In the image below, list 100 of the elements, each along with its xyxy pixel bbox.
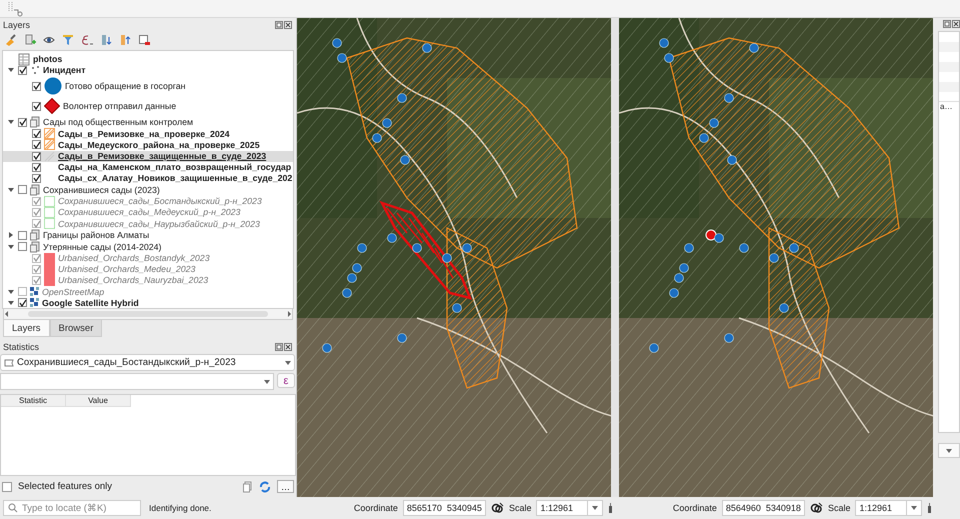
layer-tree-row[interactable]: photos: [3, 53, 293, 65]
crs-toggle-icon[interactable]: [810, 502, 823, 514]
scale-dropdown[interactable]: 1:12961: [536, 500, 603, 516]
checkbox[interactable]: [32, 174, 41, 183]
expression-filter-icon[interactable]: [81, 34, 93, 46]
layer-tree-row[interactable]: Сохранившиеся_сады_Медеуский_р-н_2023: [3, 206, 293, 218]
checkbox[interactable]: [18, 230, 27, 240]
checkbox[interactable]: [18, 185, 27, 194]
scale-dropdown[interactable]: 1:12961: [855, 500, 922, 516]
checkbox[interactable]: [32, 152, 41, 161]
scroll-right-icon[interactable]: [287, 310, 292, 318]
checkbox[interactable]: [32, 196, 41, 206]
expanded-arrow-icon[interactable]: [8, 288, 14, 295]
group-name: Утерянные сады (2014-2024): [43, 242, 162, 252]
expanded-arrow-icon[interactable]: [8, 186, 14, 193]
layer-tree-row[interactable]: Волонтер отправил данные: [3, 96, 293, 117]
layer-tree-row[interactable]: Urbanised_Orchards_Bostandyk_2023: [3, 252, 293, 264]
remove-layer-icon[interactable]: [138, 34, 150, 46]
crs-toggle-icon[interactable]: [490, 502, 504, 514]
scrollbar-thumb[interactable]: [28, 311, 268, 318]
layer-tree-row[interactable]: Google Satellite Hybrid: [3, 297, 293, 308]
checkbox[interactable]: [32, 140, 41, 150]
layer-dropdown[interactable]: Сохранившиеся_сады_Бостандыкский_р-н_2023: [0, 354, 295, 371]
layer-tree-row[interactable]: OpenStreetMap: [3, 286, 293, 298]
layer-tree-row[interactable]: Готово обращение в госорган: [3, 76, 293, 96]
panel-tab[interactable]: Browser: [50, 320, 102, 337]
checkbox[interactable]: [18, 66, 27, 75]
layer-tree-row[interactable]: Сады_сх_Алатау_Новиков_защишенные_в_суде_202: [3, 172, 293, 184]
expanded-arrow-icon[interactable]: [8, 244, 14, 250]
coordinate-field[interactable]: 8564960 5340918: [722, 500, 805, 516]
layer-tree-row[interactable]: Сохранившиеся_сады_Бостандыкский_р-н_2023: [3, 196, 293, 207]
layer-tree-row[interactable]: Сохранившиеся_сады_Наурызбайский_р-н_2023: [3, 218, 293, 230]
add-group-icon[interactable]: [24, 34, 36, 46]
checkbox[interactable]: [32, 162, 41, 172]
layer-tree-row[interactable]: Сады_на_Каменском_плато_возвращенный_государ: [3, 162, 293, 173]
field-dropdown[interactable]: [0, 373, 274, 390]
lock-icon[interactable]: [608, 502, 613, 514]
hatched-square-icon: [44, 139, 55, 150]
expanded-arrow-icon[interactable]: [8, 119, 14, 126]
checkbox[interactable]: [32, 276, 41, 285]
layer-tree-row[interactable]: Сады под общественным контролем: [3, 116, 293, 128]
layer-tree-row[interactable]: Сады_Медеуского_района_на_проверке_2025: [3, 139, 293, 150]
panel-title: Layers: [3, 20, 30, 30]
close-icon[interactable]: [284, 20, 292, 29]
locator-search-field[interactable]: Type to locate (⌘K): [3, 500, 141, 516]
select-tool-icon[interactable]: [8, 0, 23, 16]
close-icon[interactable]: [952, 20, 960, 28]
check-icon: [18, 298, 26, 307]
paint-brush-icon[interactable]: [5, 34, 17, 46]
layer-tree-row[interactable]: Сады_в_Ремизовке_защищенные_в_суде_2023: [3, 150, 293, 162]
layer-tree-row[interactable]: Urbanised_Orchards_Nauryzbai_2023: [3, 274, 293, 286]
panel-title: Statistics: [3, 342, 40, 352]
float-icon[interactable]: [943, 20, 951, 28]
layer-tree-row[interactable]: Утерянные сады (2014-2024): [3, 240, 293, 252]
options-button[interactable]: …: [277, 480, 294, 493]
layer-name: photos: [33, 54, 62, 64]
collapsed-arrow-icon[interactable]: [8, 232, 14, 238]
column-header[interactable]: Value: [66, 395, 131, 406]
layer-tree-row[interactable]: Сады_в_Ремизовке_на_проверке_2024: [3, 128, 293, 140]
checkbox[interactable]: [32, 82, 41, 91]
checkbox[interactable]: [32, 102, 41, 111]
dropdown-arrow-icon: [911, 506, 917, 510]
expanded-arrow-icon[interactable]: [8, 300, 14, 306]
checkbox[interactable]: [32, 219, 41, 228]
float-icon[interactable]: [275, 343, 283, 351]
checkbox[interactable]: [2, 482, 12, 492]
panel-tab[interactable]: Layers: [3, 320, 50, 337]
lock-icon[interactable]: [927, 502, 932, 514]
checkbox[interactable]: [32, 264, 41, 274]
checkbox[interactable]: [18, 242, 27, 252]
checkbox[interactable]: [18, 287, 27, 296]
column-header[interactable]: Statistic: [1, 395, 66, 406]
dropdown-arrow-icon: [946, 448, 952, 452]
scroll-left-icon[interactable]: [4, 310, 9, 318]
checkbox[interactable]: [32, 254, 41, 262]
expand-all-icon[interactable]: [100, 34, 112, 46]
checkbox[interactable]: [18, 118, 27, 127]
dropdown[interactable]: [938, 443, 960, 458]
layer-tree-row[interactable]: Сохранившиеся сады (2023): [3, 184, 293, 196]
layer-tree-row[interactable]: Границы районов Алматы: [3, 229, 293, 241]
checkbox[interactable]: [32, 208, 41, 217]
coordinate-field[interactable]: 8565170 5340945: [402, 500, 486, 516]
layer-tree-row[interactable]: Urbanised_Orchards_Medeu_2023: [3, 264, 293, 275]
expression-button[interactable]: ε: [277, 373, 295, 388]
float-icon[interactable]: [275, 20, 283, 29]
copy-icon[interactable]: [243, 480, 253, 492]
table-icon: [18, 52, 30, 66]
raster-tiles-icon: [30, 287, 39, 296]
layer-name: OpenStreetMap: [42, 286, 104, 297]
close-icon[interactable]: [284, 343, 292, 351]
expanded-arrow-icon[interactable]: [8, 67, 14, 74]
legend-label: Готово обращение в госорган: [65, 81, 186, 92]
checkbox[interactable]: [18, 298, 27, 308]
filter-icon[interactable]: [62, 34, 74, 46]
checkbox[interactable]: [32, 129, 41, 138]
refresh-icon[interactable]: [259, 480, 271, 492]
scale-label: Scale: [828, 503, 850, 513]
layer-tree-row[interactable]: Инцидент: [3, 64, 293, 76]
layer-name: Urbanised_Orchards_Nauryzbai_2023: [58, 275, 208, 286]
collapse-all-icon[interactable]: [119, 34, 131, 46]
